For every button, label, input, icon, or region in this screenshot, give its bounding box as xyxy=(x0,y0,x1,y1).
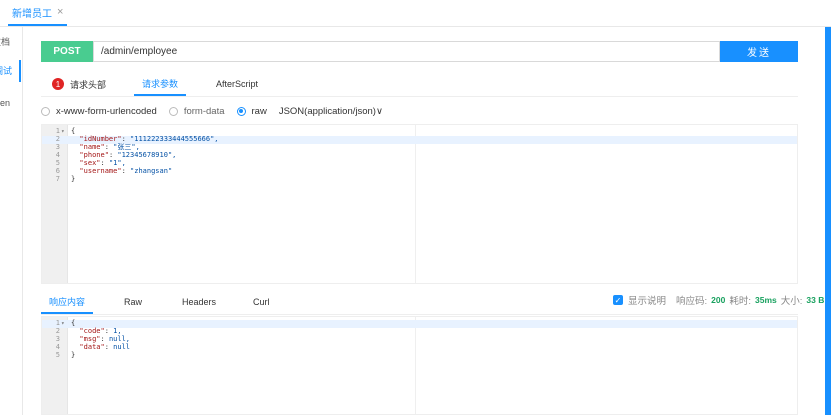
json-colon: : xyxy=(100,335,109,343)
status-value: 200 xyxy=(711,295,726,305)
sidebar-item-debug[interactable]: 调试 xyxy=(0,60,21,82)
json-value: "12345678910", xyxy=(117,151,177,159)
size-label: 大小: xyxy=(780,296,803,307)
checkbox-checked-icon[interactable]: ✓ xyxy=(613,295,623,305)
radio-icon xyxy=(168,106,178,116)
radio-urlencoded[interactable]: x-www-form-urlencoded xyxy=(41,106,157,117)
json-value: "1", xyxy=(108,159,126,167)
json-colon: : xyxy=(104,327,114,335)
radio-raw[interactable]: raw xyxy=(236,105,267,117)
tab-raw[interactable]: Raw xyxy=(124,290,142,314)
sidebar-item-docs[interactable]: 文档 xyxy=(0,35,13,48)
code-line: 3 "msg": null, xyxy=(42,335,797,344)
code-text: "data": null xyxy=(71,343,131,352)
show-desc-label: 显示说明 xyxy=(628,296,667,307)
divider xyxy=(41,314,798,315)
radio-form-data[interactable]: form-data xyxy=(168,105,225,117)
json-value: "111222333444555666", xyxy=(130,135,219,143)
json-key: "sex" xyxy=(71,159,101,167)
json-key: "name" xyxy=(71,143,105,151)
tab-add-employee[interactable]: 新增员工 × xyxy=(8,0,68,26)
tab-request-headers[interactable]: 1 请求头部 xyxy=(52,72,106,96)
code-line: 2 "code": 1, xyxy=(42,327,797,336)
line-number: 7 xyxy=(55,175,60,183)
status-label: 响应码: xyxy=(676,296,708,307)
radio-label: raw xyxy=(251,105,267,117)
sidebar: 文档 调试 Open xyxy=(0,27,23,415)
tab-label: 请求头部 xyxy=(70,79,107,90)
json-value: "zhangsan" xyxy=(130,167,173,175)
json-colon: : xyxy=(104,343,114,351)
json-key: "idNumber" xyxy=(71,135,122,143)
sidebar-item-open[interactable]: Open xyxy=(0,98,21,108)
radio-icon xyxy=(236,106,246,116)
json-value: null xyxy=(113,343,131,351)
json-colon: : xyxy=(121,167,131,175)
json-value: null, xyxy=(108,335,131,343)
code-line: 4 "data": null xyxy=(42,343,797,352)
line-number: 5 xyxy=(55,351,60,359)
json-key: "code" xyxy=(71,327,105,335)
code-line: 2 "idNumber": "111222333444555666", xyxy=(42,135,797,144)
json-value: "张三", xyxy=(113,143,140,151)
time-value: 35ms xyxy=(754,295,777,305)
response-stats: ✓ 显示说明 响应码: 200 耗时: 35ms 大小: 33 B xyxy=(613,293,824,307)
tab-afterscript[interactable]: AfterScript xyxy=(216,72,258,96)
code-line: 6 "username": "zhangsan" xyxy=(42,167,797,176)
method-select[interactable]: POST xyxy=(41,41,93,62)
json-colon: : xyxy=(121,135,131,143)
json-value: 1, xyxy=(113,327,122,335)
code-line: 7} xyxy=(42,175,797,184)
code-text: } xyxy=(71,351,76,359)
fold-icon[interactable]: ▾ xyxy=(61,320,65,327)
count-badge: 1 xyxy=(52,78,64,90)
json-key: "msg" xyxy=(71,335,101,343)
radio-label: x-www-form-urlencoded xyxy=(56,105,157,117)
tab-bar xyxy=(0,0,831,27)
radio-label: form-data xyxy=(183,105,225,117)
close-icon[interactable]: × xyxy=(57,6,63,18)
json-key: "data" xyxy=(71,343,105,351)
url-input[interactable]: /admin/employee xyxy=(93,41,720,62)
size-value: 33 B xyxy=(806,295,825,305)
body-type-group: x-www-form-urlencoded form-data raw JSON… xyxy=(41,104,395,118)
json-colon: : xyxy=(104,143,114,151)
fold-icon[interactable]: ▾ xyxy=(61,128,65,135)
json-key: "phone" xyxy=(71,151,109,159)
tab-response-content[interactable]: 响应内容 xyxy=(41,290,93,314)
json-colon: : xyxy=(100,159,109,167)
time-label: 耗时: xyxy=(729,296,751,307)
code-line: 5} xyxy=(42,351,797,360)
tab-label: 新增员工 xyxy=(12,8,52,20)
tab-headers[interactable]: Headers xyxy=(182,290,216,314)
radio-icon xyxy=(41,106,50,116)
json-key: "username" xyxy=(71,167,122,175)
code-text: "username": "zhangsan" xyxy=(71,167,173,176)
code-line: 1▾{ xyxy=(42,319,797,328)
send-button[interactable]: 发送 xyxy=(720,41,798,62)
divider xyxy=(41,96,798,97)
code-line: 4 "phone": "12345678910", xyxy=(42,151,797,160)
scrollbar[interactable] xyxy=(825,27,831,415)
code-text: } xyxy=(71,175,76,183)
tab-curl[interactable]: Curl xyxy=(253,290,270,314)
response-body-viewer: 1▾{2 "code": 1, 3 "msg": null, 4 "data": n… xyxy=(41,316,798,415)
tab-request-params[interactable]: 请求参数 xyxy=(134,72,186,96)
request-body-editor[interactable]: 1▾{2 "idNumber": "111222333444555666", 3 … xyxy=(41,124,798,284)
content-type-select[interactable]: JSON(application/json)∨ xyxy=(279,106,383,117)
